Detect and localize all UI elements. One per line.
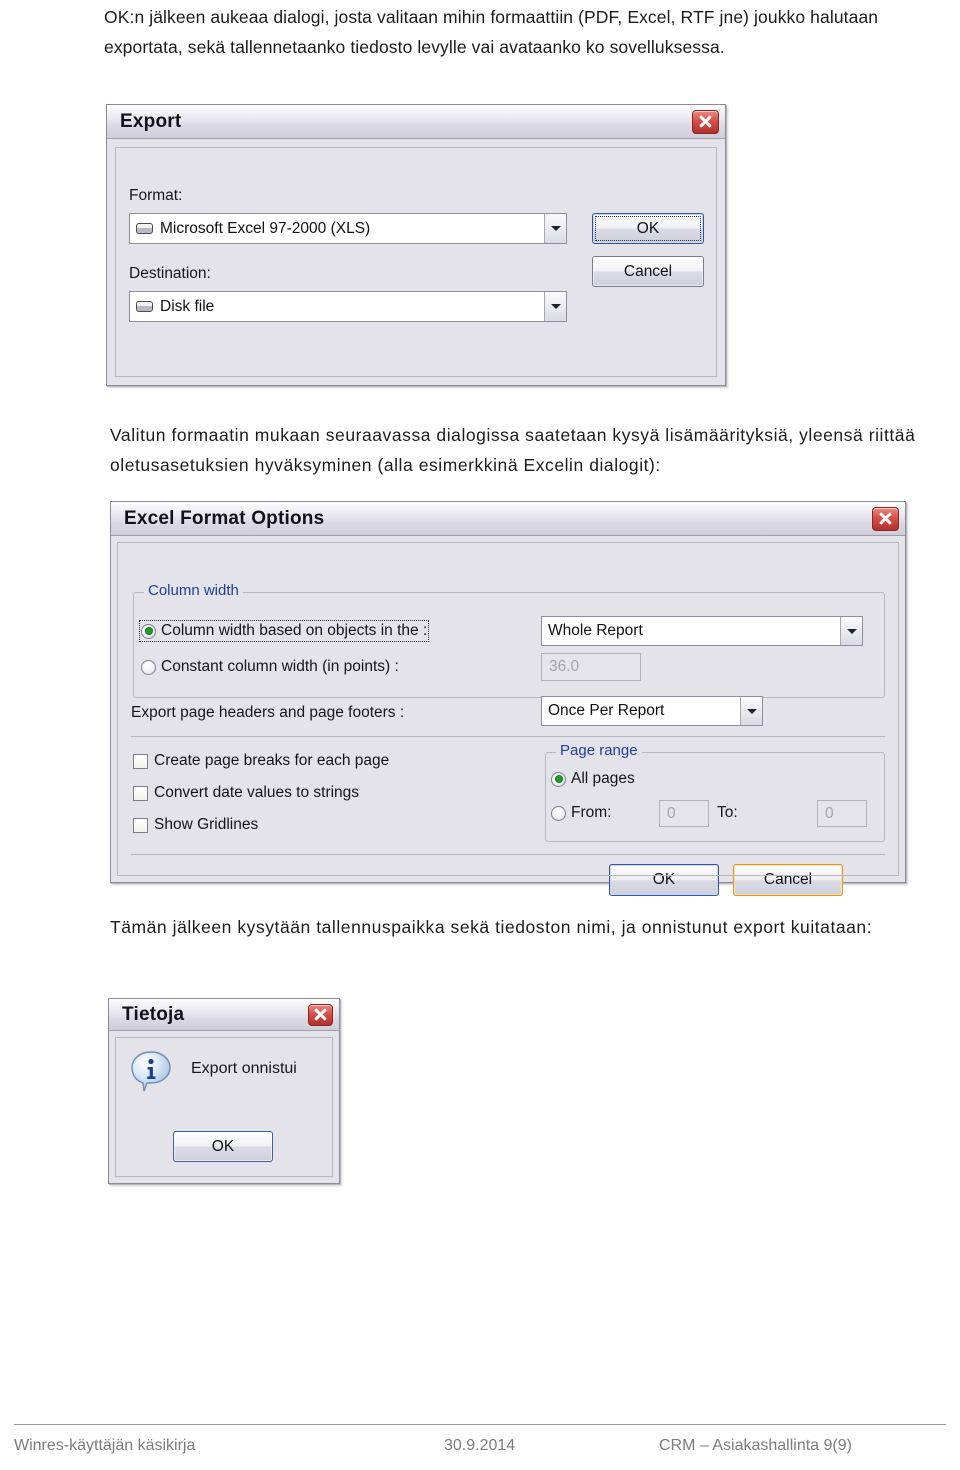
checkbox-create-page-breaks[interactable]: Create page breaks for each page xyxy=(133,752,389,770)
destination-label: Destination: xyxy=(129,265,211,282)
footer-left: Winres-käyttäjän käsikirja xyxy=(14,1437,196,1454)
radio-page-range-from[interactable]: From: xyxy=(551,804,611,822)
page-from-input[interactable]: 0 xyxy=(659,800,709,827)
checkbox-show-gridlines-label: Show Gridlines xyxy=(154,816,259,833)
info-icon xyxy=(131,1051,175,1093)
column-width-group-label: Column width xyxy=(144,582,243,599)
info-dialog: Tietoja Export onnistui OK xyxy=(108,998,340,1184)
info-dialog-message: Export onnistui xyxy=(191,1060,297,1077)
export-dialog-body: Format: Microsoft Excel 97-2000 (XLS) De… xyxy=(107,139,725,385)
middle-paragraph: Valitun formaatin mukaan seuraavassa dia… xyxy=(110,425,916,475)
footer-right: CRM – Asiakashallinta 9(9) xyxy=(659,1437,852,1454)
checkbox-convert-dates[interactable]: Convert date values to strings xyxy=(133,784,359,802)
close-icon[interactable] xyxy=(692,109,719,134)
info-dialog-body: Export onnistui OK xyxy=(109,1031,339,1183)
radio-indicator xyxy=(551,771,566,787)
format-select-value: Microsoft Excel 97-2000 (XLS) xyxy=(160,219,371,237)
radio-column-width-objects[interactable]: Column width based on objects in the : xyxy=(138,620,430,642)
radio-indicator xyxy=(551,805,566,821)
export-cancel-label: Cancel xyxy=(623,262,673,280)
disk-icon xyxy=(136,223,153,234)
destination-select-value: Disk file xyxy=(160,297,215,315)
scope-select[interactable]: Whole Report xyxy=(541,616,863,646)
page-footer: Winres-käyttäjän käsikirja 30.9.2014 CRM… xyxy=(14,1437,946,1455)
info-dialog-title: Tietoja xyxy=(122,1003,185,1025)
radio-column-width-objects-label: Column width based on objects in the : xyxy=(161,622,428,639)
export-cancel-button[interactable]: Cancel xyxy=(592,256,704,287)
radio-indicator xyxy=(141,659,156,675)
chevron-down-icon[interactable] xyxy=(740,697,762,725)
page-range-group: Page range xyxy=(545,742,885,842)
export-headers-value: Once Per Report xyxy=(548,702,665,719)
radio-constant-column-width[interactable]: Constant column width (in points) : xyxy=(141,658,399,676)
checkbox-convert-dates-label: Convert date values to strings xyxy=(154,784,360,801)
excel-format-options-dialog: Excel Format Options Column width Column… xyxy=(110,501,906,896)
page-from-value: 0 xyxy=(667,804,676,822)
format-select[interactable]: Microsoft Excel 97-2000 (XLS) xyxy=(129,213,567,244)
divider xyxy=(131,736,885,737)
page-range-group-label: Page range xyxy=(556,742,642,759)
radio-constant-column-width-label: Constant column width (in points) : xyxy=(161,658,399,675)
excel-dialog-titlebar: Excel Format Options xyxy=(111,502,905,536)
excel-cancel-label: Cancel xyxy=(763,871,813,888)
export-ok-button[interactable]: OK xyxy=(592,213,704,244)
info-ok-label: OK xyxy=(211,1137,235,1155)
radio-all-pages-label: All pages xyxy=(571,770,635,787)
checkbox-indicator xyxy=(133,817,148,833)
export-ok-label: OK xyxy=(636,219,660,237)
footer-center: 30.9.2014 xyxy=(444,1437,516,1454)
radio-from-label: From: xyxy=(571,804,612,821)
info-ok-button[interactable]: OK xyxy=(173,1131,273,1162)
checkbox-create-page-breaks-label: Create page breaks for each page xyxy=(154,752,390,769)
close-icon[interactable] xyxy=(308,1003,333,1026)
footer-divider xyxy=(14,1424,946,1425)
disk-icon xyxy=(136,301,153,312)
export-dialog-titlebar: Export xyxy=(107,105,725,139)
excel-ok-label: OK xyxy=(652,871,676,888)
format-label: Format: xyxy=(129,187,183,204)
info-dialog-titlebar: Tietoja xyxy=(109,999,339,1031)
excel-dialog-title: Excel Format Options xyxy=(124,507,325,529)
page-to-label: To: xyxy=(717,804,738,821)
chevron-down-icon[interactable] xyxy=(840,617,862,645)
intro-paragraph: OK:n jälkeen aukeaa dialogi, josta valit… xyxy=(104,7,879,57)
page-to-value: 0 xyxy=(825,804,834,822)
divider xyxy=(131,854,885,855)
checkbox-indicator xyxy=(133,753,148,769)
constant-width-value: 36.0 xyxy=(549,658,580,675)
export-headers-select[interactable]: Once Per Report xyxy=(541,696,763,726)
export-dialog: Export Format: Microsoft Excel 97-2000 (… xyxy=(106,104,726,386)
checkbox-indicator xyxy=(133,785,148,801)
constant-width-input[interactable]: 36.0 xyxy=(541,653,641,681)
destination-select[interactable]: Disk file xyxy=(129,291,567,322)
page-to-input[interactable]: 0 xyxy=(817,800,867,827)
excel-dialog-body: Column width Column width based on objec… xyxy=(111,536,905,896)
chevron-down-icon[interactable] xyxy=(544,292,566,321)
excel-cancel-button[interactable]: Cancel xyxy=(733,864,843,896)
export-headers-label: Export page headers and page footers : xyxy=(131,704,405,721)
checkbox-show-gridlines[interactable]: Show Gridlines xyxy=(133,816,258,834)
scope-select-value: Whole Report xyxy=(548,622,643,639)
export-dialog-title: Export xyxy=(120,110,182,132)
excel-ok-button[interactable]: OK xyxy=(609,864,719,896)
chevron-down-icon[interactable] xyxy=(544,214,566,243)
close-icon[interactable] xyxy=(872,506,899,531)
after-paragraph: Tämän jälkeen kysytään tallennuspaikka s… xyxy=(110,917,873,937)
radio-all-pages[interactable]: All pages xyxy=(551,770,635,788)
radio-indicator xyxy=(141,623,156,639)
